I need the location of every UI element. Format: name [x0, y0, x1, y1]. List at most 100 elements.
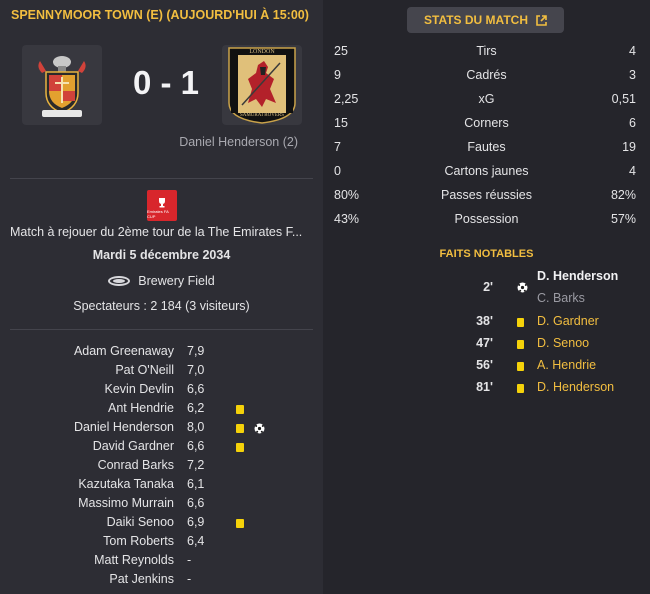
away-team-crest[interactable]: LONDON SAMURAI ROVERS	[222, 45, 302, 125]
player-rating: 6,6	[187, 496, 205, 510]
player-ratings-list: Adam Greenaway 7,9 Pat O'Neill 7,0 Kevin Dev…	[0, 342, 323, 589]
player-rating: 6,9	[187, 515, 205, 529]
stat-row: 15 Corners 6	[323, 112, 650, 136]
event-minute: 2'	[483, 280, 493, 294]
stadium-icon	[108, 276, 131, 286]
player-row[interactable]: Daniel Henderson 8,0	[0, 418, 323, 437]
player-name[interactable]: Massimo Murrain	[78, 496, 174, 510]
yellow-card-icon	[236, 519, 244, 528]
event-player[interactable]: D. Senoo	[537, 336, 589, 350]
event-row: 56' A. Hendrie	[323, 354, 650, 376]
player-rating: 6,1	[187, 477, 205, 491]
player-row[interactable]: Ant Hendrie 6,2	[0, 399, 323, 418]
notable-events-title: FAITS NOTABLES	[439, 248, 534, 260]
home-team-crest[interactable]	[22, 45, 102, 125]
player-name[interactable]: David Gardner	[93, 439, 174, 453]
player-rating: -	[187, 553, 192, 567]
event-row: 47' D. Senoo	[323, 332, 650, 354]
player-row[interactable]: Kevin Devlin 6,6	[0, 380, 323, 399]
player-name[interactable]: Ant Hendrie	[108, 401, 174, 415]
player-row[interactable]: Tom Roberts 6,4	[0, 532, 323, 551]
goal-ball-icon	[254, 423, 265, 434]
competition-description[interactable]: Match à rejouer du 2ème tour de la The E…	[10, 225, 314, 239]
stat-row: 2,25 xG 0,51	[323, 88, 650, 112]
event-minute: 81'	[476, 380, 493, 394]
goal-ball-icon	[517, 282, 528, 293]
away-stat-value: 4	[629, 44, 636, 58]
stat-label: Cartons jaunes	[444, 164, 529, 178]
player-name[interactable]: Pat Jenkins	[109, 572, 174, 586]
stat-label: Corners	[464, 116, 509, 130]
event-player[interactable]: D. Henderson	[537, 380, 614, 394]
event-minute: 38'	[476, 314, 493, 328]
event-row: 38' D. Gardner	[323, 310, 650, 332]
home-score: 0	[132, 64, 152, 101]
event-row: 81' D. Henderson	[323, 376, 650, 398]
away-score: 1	[180, 64, 200, 101]
event-minute: 56'	[476, 358, 493, 372]
yellow-card-icon	[236, 424, 244, 433]
event-minute: 47'	[476, 336, 493, 350]
player-name[interactable]: Kazutaka Tanaka	[78, 477, 174, 491]
player-rating: 6,6	[187, 382, 205, 396]
stat-row: 0 Cartons jaunes 4	[323, 160, 650, 184]
event-row: 2' D. Henderson C. Barks	[323, 266, 650, 310]
stat-label: Tirs	[476, 44, 497, 58]
divider	[10, 329, 313, 330]
match-stats-button-label: STATS DU MATCH	[424, 13, 528, 27]
away-stat-value: 4	[629, 164, 636, 178]
player-name[interactable]: Conrad Barks	[98, 458, 174, 472]
player-name[interactable]: Tom Roberts	[103, 534, 174, 548]
event-player[interactable]: D. Henderson	[537, 269, 618, 283]
trophy-icon	[159, 198, 165, 208]
player-row[interactable]: Adam Greenaway 7,9	[0, 342, 323, 361]
yellow-card-icon	[517, 384, 524, 393]
spennymoor-crest-icon	[38, 56, 86, 117]
player-name[interactable]: Daniel Henderson	[74, 420, 174, 434]
player-name[interactable]: Kevin Devlin	[105, 382, 174, 396]
player-name[interactable]: Daiki Senoo	[107, 515, 174, 529]
away-stat-value: 3	[629, 68, 636, 82]
event-player[interactable]: D. Gardner	[537, 314, 599, 328]
player-rating: 7,2	[187, 458, 205, 472]
player-row[interactable]: Matt Reynolds -	[0, 551, 323, 570]
stadium-name: Brewery Field	[138, 274, 215, 288]
match-title[interactable]: SPENNYMOOR TOWN (E) (AUJOURD'HUI À 15:00…	[11, 8, 309, 22]
player-rating: -	[187, 572, 192, 586]
away-stat-value: 82%	[610, 188, 636, 202]
stat-row: 25 Tirs 4	[323, 40, 650, 64]
stadium[interactable]: Brewery Field	[0, 274, 323, 288]
player-name[interactable]: Adam Greenaway	[74, 344, 174, 358]
player-row[interactable]: David Gardner 6,6	[0, 437, 323, 456]
event-player[interactable]: A. Hendrie	[537, 358, 596, 372]
player-row[interactable]: Pat Jenkins -	[0, 570, 323, 589]
away-crest-top-text: LONDON	[249, 49, 275, 55]
player-row[interactable]: Pat O'Neill 7,0	[0, 361, 323, 380]
player-row[interactable]: Massimo Murrain 6,6	[0, 494, 323, 513]
player-rating: 6,6	[187, 439, 205, 453]
away-stat-value: 57%	[610, 212, 636, 226]
player-row[interactable]: Conrad Barks 7,2	[0, 456, 323, 475]
player-row[interactable]: Daiki Senoo 6,9	[0, 513, 323, 532]
stat-label: Passes réussies	[440, 188, 532, 202]
stat-row: 7 Fautes 19	[323, 136, 650, 160]
yellow-card-icon	[517, 362, 524, 371]
match-stats-button[interactable]: STATS DU MATCH	[407, 7, 564, 33]
player-row[interactable]: Kazutaka Tanaka 6,1	[0, 475, 323, 494]
away-stat-value: 0,51	[611, 92, 636, 106]
player-rating: 7,0	[187, 363, 205, 377]
yellow-card-icon	[236, 405, 244, 414]
fa-cup-logo-text: Emirates FA CUP	[147, 209, 169, 219]
yellow-card-icon	[517, 318, 524, 327]
stat-row: 80% Passes réussies 82%	[323, 184, 650, 208]
player-name[interactable]: Matt Reynolds	[94, 553, 174, 567]
player-name[interactable]: Pat O'Neill	[115, 363, 174, 377]
divider	[10, 178, 313, 179]
event-assist[interactable]: C. Barks	[537, 291, 585, 305]
stat-row: 9 Cadrés 3	[323, 64, 650, 88]
player-rating: 8,0	[187, 420, 205, 434]
stat-label: Cadrés	[466, 68, 507, 82]
fa-cup-logo: Emirates FA CUP	[147, 190, 177, 221]
scoreline: 0 - 1	[108, 64, 224, 102]
away-stat-value: 6	[629, 116, 636, 130]
